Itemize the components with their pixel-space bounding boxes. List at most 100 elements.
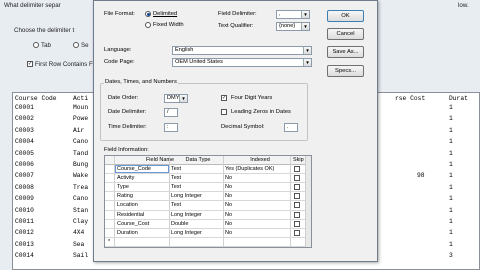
preview-cell-course-code: C0001	[15, 104, 34, 111]
code-page-select[interactable]: OEM United States ▼	[172, 58, 312, 67]
preview-cell-activity: Bung	[73, 161, 89, 168]
grid-cell-indexed[interactable]: No	[223, 174, 289, 182]
grid-cell-indexed[interactable]: No	[223, 183, 289, 191]
preview-cell-course-code: C0005	[15, 149, 34, 157]
preview-cell-duration: 1	[449, 218, 453, 225]
grid-cell-data-type[interactable]: Text	[169, 165, 223, 173]
preview-cell-duration: 1	[449, 206, 453, 214]
preview-cell-activity: Powe	[73, 115, 89, 123]
import-specification-dialog: File Format: Delimited Fixed Width Field…	[93, 0, 378, 262]
grid-cell-field-name[interactable]: Duration	[115, 229, 169, 237]
language-label: Language:	[104, 47, 132, 53]
preview-cell-duration: 1	[449, 149, 453, 157]
time-delimiter-input[interactable]: :	[164, 123, 178, 132]
four-digit-years-label: Four Digit Years	[231, 95, 273, 101]
grid-cell-data-type[interactable]: Text	[169, 174, 223, 182]
grid-cell-indexed[interactable]: No	[223, 201, 289, 209]
grid-cell-field-name[interactable]: Activity	[115, 174, 169, 182]
preview-cell-course-code: C0010	[15, 206, 34, 214]
preview-header-activity: Acti	[73, 95, 89, 102]
grid-vertical-scrollbar[interactable]	[305, 156, 311, 247]
preview-cell-course-code: C0002	[15, 115, 34, 123]
grid-cell-indexed[interactable]: No	[223, 229, 289, 237]
code-page-label: Code Page:	[104, 59, 135, 65]
preview-cell-duration: 1	[449, 240, 453, 248]
preview-cell-activity: Tand	[73, 149, 89, 157]
preview-cell-duration: 1	[449, 115, 453, 123]
preview-cell-activity: Clay	[73, 218, 89, 225]
grid-cell-indexed[interactable]: No	[223, 211, 289, 219]
fixed-width-label: Fixed Width	[153, 22, 184, 28]
preview-cell-course-code: C0014	[15, 252, 34, 260]
grid-cell-field-name[interactable]: Course_Cost	[115, 220, 169, 228]
grid-row-divider	[105, 236, 311, 238]
language-value: English	[175, 47, 194, 53]
leading-zeros-checkbox[interactable]	[221, 109, 227, 115]
preview-cell-duration: 1	[449, 229, 453, 237]
grid-cell-field-name[interactable]: Rating	[115, 192, 169, 200]
grid-header-data-type: Data Type	[185, 157, 211, 163]
preview-cell-duration: 1	[449, 183, 453, 191]
field-information-label: Field Information:	[104, 147, 149, 153]
preview-cell-course-code: C0006	[15, 161, 34, 168]
specs-button[interactable]: Specs...	[327, 65, 364, 77]
preview-cell-duration: 1	[449, 104, 453, 111]
field-delimiter-value: ,	[279, 11, 281, 17]
four-digit-years-checkbox[interactable]: ✓	[221, 95, 227, 101]
field-information-grid[interactable]: Field Name Data Type Indexed Skip Course…	[104, 155, 312, 248]
grid-cell-indexed[interactable]: Yes (Duplicates OK)	[223, 165, 289, 173]
text-qualifier-select[interactable]: {none} ▼	[276, 22, 310, 31]
ok-button[interactable]: OK	[327, 10, 364, 22]
semicolon-radio[interactable]	[73, 42, 79, 48]
preview-cell-duration: 1	[449, 195, 453, 203]
grid-cell-field-name[interactable]: Residential	[115, 211, 169, 219]
preview-cell-activity: Air	[73, 126, 85, 134]
preview-cell-duration: 3	[449, 252, 453, 260]
cancel-button[interactable]: Cancel	[327, 28, 364, 40]
grid-cell-data-type[interactable]: Text	[169, 183, 223, 191]
skip-checkbox[interactable]	[294, 220, 300, 227]
text-qualifier-value: {none}	[279, 23, 296, 29]
dates-group-title: Dates, Times, and Numbers	[104, 79, 178, 85]
first-row-checkbox[interactable]: ✓	[27, 61, 33, 67]
preview-cell-activity: Cano	[73, 195, 89, 203]
grid-cell-field-name[interactable]: Location	[115, 201, 169, 209]
grid-cell-indexed[interactable]: No	[223, 192, 289, 200]
grid-row-divider	[105, 245, 311, 247]
field-delimiter-select[interactable]: , ▼	[276, 10, 310, 19]
grid-cell-data-type[interactable]: Text	[169, 201, 223, 209]
skip-checkbox[interactable]	[294, 166, 300, 172]
skip-checkbox[interactable]	[294, 229, 300, 236]
skip-checkbox[interactable]	[294, 193, 300, 200]
fixed-width-radio[interactable]	[145, 22, 151, 28]
save-as-button[interactable]: Save As...	[327, 46, 364, 58]
skip-checkbox[interactable]	[294, 202, 300, 209]
preview-cell-duration: 1	[449, 138, 453, 146]
skip-checkbox[interactable]	[294, 184, 300, 191]
decimal-symbol-input[interactable]: .	[284, 123, 298, 132]
grid-cell-indexed[interactable]: No	[223, 220, 289, 228]
skip-checkbox[interactable]	[294, 211, 300, 218]
language-select[interactable]: English ▼	[172, 46, 312, 55]
preview-header-course-code: Course Code	[15, 95, 57, 102]
text-qualifier-label: Text Qualifier:	[218, 23, 254, 29]
preview-cell-activity: Cano	[73, 138, 89, 146]
tab-radio[interactable]	[33, 42, 39, 48]
skip-checkbox[interactable]	[294, 175, 300, 182]
date-order-select[interactable]: DMY ▼	[164, 94, 188, 103]
tab-label: Tab	[41, 42, 51, 49]
grid-cell-field-name[interactable]: Type	[115, 183, 169, 191]
chevron-down-icon: ▼	[303, 59, 311, 66]
preview-cell-activity: Sail	[73, 252, 89, 260]
delimited-radio[interactable]	[145, 11, 151, 17]
date-delimiter-input[interactable]: /	[164, 108, 178, 117]
grid-cell-data-type[interactable]: Double	[169, 220, 223, 228]
grid-cell-field-name[interactable]: Course_Code	[115, 165, 169, 173]
preview-header-duration: Durat	[449, 95, 468, 102]
grid-cell-data-type[interactable]: Long Integer	[169, 192, 223, 200]
preview-cell-duration: 1	[449, 161, 453, 168]
preview-cell-activity: Trea	[73, 183, 89, 191]
date-order-value: DMY	[167, 95, 180, 101]
grid-cell-data-type[interactable]: Long Integer	[169, 229, 223, 237]
grid-cell-data-type[interactable]: Long Integer	[169, 211, 223, 219]
